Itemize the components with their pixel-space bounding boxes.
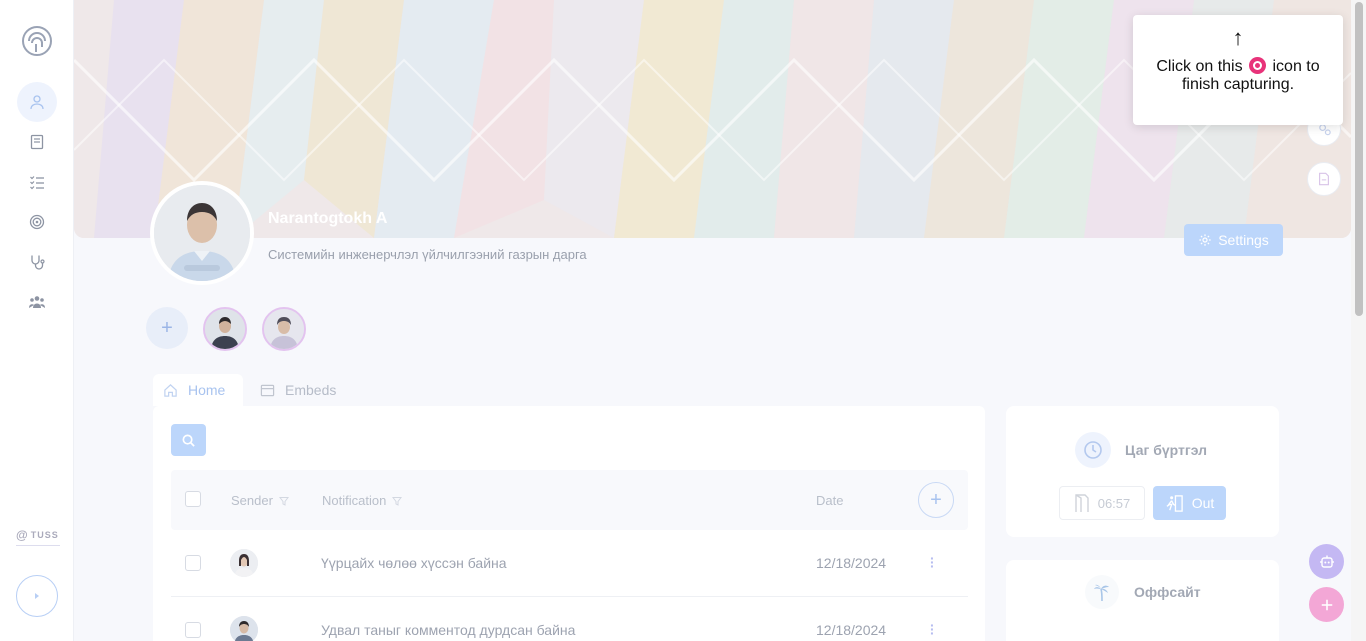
add-member-button[interactable]: + [146,307,188,349]
sender-avatar [230,616,258,641]
row-divider [171,596,968,597]
sidebar-item-documents[interactable] [17,122,57,162]
settings-button[interactable]: Settings [1184,224,1283,256]
member-avatar[interactable] [203,307,247,351]
user-icon [30,95,44,110]
filter-icon[interactable] [392,496,403,506]
checklist-icon [30,176,44,190]
table-header [171,470,968,530]
tooltip-text-before: Click on this [1156,58,1243,75]
bot-icon [1319,555,1334,568]
notification-text: Үүрцайх чөлөө хүссэн байна [321,555,507,571]
profile-photo [154,185,250,281]
expand-sidebar-button[interactable] [16,575,58,617]
notification-date: 12/18/2024 [816,555,887,571]
settings-label: Settings [1218,232,1269,248]
select-all-checkbox[interactable] [185,491,201,507]
offsite-title: Оффсайт [1134,584,1201,600]
search-icon [182,434,195,447]
notification-text: Удвал таныг комментод дурдсан байна [321,622,576,638]
profile-name: Narantogtokh A [268,210,388,227]
clock-icon [1075,432,1111,468]
chevron-right-icon [35,593,39,599]
sidebar-item-goals[interactable] [17,202,57,242]
row-checkbox[interactable] [185,622,201,638]
column-date-label: Date [816,493,844,508]
column-notification-label: Notification [322,493,387,508]
sidebar-item-profile[interactable] [17,82,57,122]
plus-icon: + [161,316,173,339]
column-sender-label: Sender [231,493,273,508]
stethoscope-icon [31,255,45,270]
add-notification-button[interactable]: + [918,482,954,518]
page-scrollbar[interactable] [1351,0,1366,641]
search-button[interactable] [171,424,206,456]
brand-mark-icon: @ [16,527,29,542]
app-logo[interactable] [20,24,54,58]
plus-icon [1321,599,1332,610]
profile-job-title: Системийн инженерчлэл үйлчилгээний газры… [268,247,587,262]
arrow-up-icon: ↑ [1232,25,1244,50]
door-icon [1075,494,1089,512]
attendance-title: Цаг бүртгэл [1125,442,1208,458]
sidebar-item-team[interactable] [17,282,57,322]
assistant-button[interactable] [1309,544,1344,579]
offsite-card [1006,560,1279,641]
row-checkbox[interactable] [185,555,201,571]
row-menu-button[interactable]: · · · [930,618,935,640]
column-date[interactable]: Date [816,493,843,508]
more-vertical-icon: · · · [930,550,935,574]
sidebar: @ TUSS [0,0,74,641]
member-photo [205,309,245,349]
target-icon [29,214,45,230]
tooltip-text: Click on this icon to finish capturing. [1133,57,1343,94]
exit-icon [1166,494,1183,512]
export-pdf-button[interactable] [1307,162,1341,196]
row-menu-button[interactable]: · · · [930,551,935,573]
tab-home[interactable]: Home [153,374,243,406]
sender-photo [230,549,258,577]
scrollbar-thumb[interactable] [1355,2,1363,316]
member-avatar[interactable] [262,307,306,351]
team-icon [29,296,45,308]
check-in-time-value: 06:57 [1097,495,1131,511]
member-photo [264,309,304,349]
book-icon [30,134,44,150]
tab-home-label: Home [188,382,226,398]
sidebar-item-health[interactable] [17,242,57,282]
check-out-label: Out [1191,495,1215,511]
embed-icon [260,384,275,396]
more-vertical-icon: · · · [930,617,935,641]
check-out-button[interactable]: Out [1153,486,1226,520]
sender-photo [230,616,258,641]
home-icon [164,383,177,397]
record-icon [1249,57,1267,74]
palm-tree-icon [1085,575,1119,609]
column-notification[interactable]: Notification [322,493,403,508]
tab-embeds[interactable]: Embeds [250,374,360,406]
pdf-file-icon [1319,172,1329,186]
plus-icon: + [930,488,942,511]
sender-avatar [230,549,258,577]
brand-logo: @ TUSS [16,524,60,546]
brand-text: TUSS [30,529,59,540]
check-in-time: 06:57 [1059,486,1145,520]
column-sender[interactable]: Sender [231,493,289,508]
sidebar-item-tasks[interactable] [17,162,57,202]
filter-icon[interactable] [278,496,289,506]
profile-avatar[interactable] [150,181,254,285]
capture-tooltip: ↑ Click on this icon to finish capturing… [1133,15,1343,125]
gear-icon [1199,234,1211,246]
create-button[interactable] [1309,587,1344,622]
notification-date: 12/18/2024 [816,622,887,638]
tab-embeds-label: Embeds [285,382,337,398]
